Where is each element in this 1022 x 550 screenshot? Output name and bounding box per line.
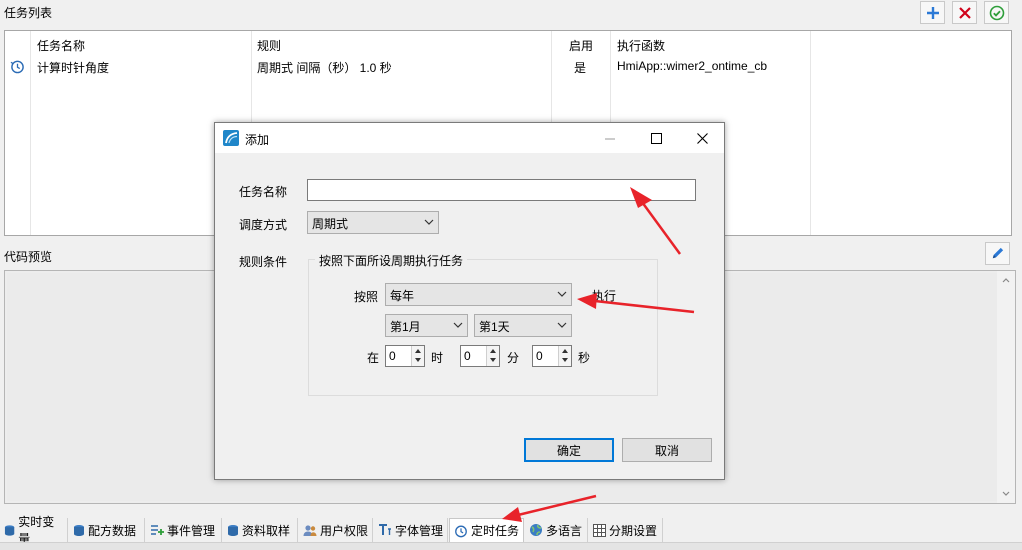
execute-label: 执行: [592, 289, 617, 303]
add-task-button[interactable]: [920, 1, 945, 24]
month-select-value: 第1月: [390, 320, 421, 334]
table-row[interactable]: 计算时针角度 周期式 间隔（秒） 1.0 秒 是 HmiApp::wimer2_…: [5, 55, 1011, 77]
hour-spin-buttons[interactable]: [411, 346, 424, 366]
hour-stepper[interactable]: 0: [385, 345, 425, 367]
schedule-label: 调度方式: [239, 218, 288, 232]
rule-group-title: 按照下面所设周期执行任务: [315, 252, 468, 269]
chevron-down-icon: [557, 291, 567, 297]
database-icon: [228, 524, 238, 536]
app-logo-icon: [223, 130, 239, 146]
table-icon: [593, 523, 606, 537]
users-icon: [303, 524, 317, 536]
tab-label: 多语言: [546, 523, 583, 538]
tab-label: 资料取样: [242, 523, 291, 538]
scroll-down-icon: [1002, 491, 1010, 496]
task-name-label: 任务名称: [239, 185, 288, 199]
tab-event-management[interactable]: 事件管理: [146, 518, 222, 542]
add-task-dialog[interactable]: 添加 任务名称 调度方式 周期式 规则条件 按照下面所设周期执行任务 按照 每年…: [214, 122, 725, 480]
scroll-up-icon: [1002, 278, 1010, 283]
chevron-down-icon: [424, 219, 434, 225]
tab-multi-language[interactable]: 多语言: [525, 518, 588, 542]
minimize-button[interactable]: [587, 123, 633, 153]
plus-icon: [926, 6, 939, 19]
tab-label: 配方数据: [88, 523, 137, 538]
ok-button[interactable]: 确定: [524, 438, 614, 462]
tab-timed-tasks[interactable]: 定时任务: [449, 518, 524, 542]
by-label: 按照: [354, 290, 379, 304]
period-select-value: 每年: [390, 289, 415, 303]
chevron-down-icon: [557, 322, 567, 328]
tab-label: 字体管理: [395, 523, 444, 538]
schedule-select-value: 周期式: [312, 217, 349, 231]
tab-font-management[interactable]: 字体管理: [374, 518, 448, 542]
column-header-enabled[interactable]: 启用: [569, 37, 593, 54]
second-label: 秒: [578, 351, 591, 365]
globe-icon: [530, 524, 542, 536]
minute-value: 0: [464, 349, 471, 363]
tab-user-permissions[interactable]: 用户权限: [299, 518, 373, 542]
tab-label: 用户权限: [320, 523, 369, 538]
close-button[interactable]: [679, 123, 725, 153]
minute-label: 分: [507, 351, 520, 365]
tab-recipe-data[interactable]: 配方数据: [69, 518, 145, 542]
tab-realtime-vars[interactable]: 实时变量: [0, 515, 68, 546]
month-select[interactable]: 第1月: [385, 314, 468, 337]
hour-label: 时: [431, 351, 444, 365]
day-select-value: 第1天: [479, 320, 510, 334]
font-icon: [379, 524, 391, 535]
task-name-input[interactable]: [307, 179, 696, 201]
second-spin-buttons[interactable]: [558, 346, 571, 366]
status-strip: [0, 542, 1022, 550]
day-select[interactable]: 第1天: [474, 314, 572, 337]
tab-label: 定时任务: [471, 524, 520, 538]
list-add-icon: [151, 525, 164, 535]
code-scrollbar[interactable]: [997, 271, 1015, 503]
task-enabled-cell: 是: [574, 61, 587, 75]
minute-stepper[interactable]: 0: [460, 345, 500, 367]
bottom-tab-bar: 实时变量 配方数据 事件管理 资料取样 用户权限 字体管理 定时任务 多语言 分…: [0, 515, 1022, 546]
task-rule-cell: 周期式 间隔（秒） 1.0 秒: [257, 61, 392, 75]
chevron-down-icon: [453, 322, 463, 328]
database-icon: [74, 524, 84, 536]
dialog-titlebar[interactable]: 添加: [215, 123, 724, 153]
minimize-icon: [604, 138, 615, 139]
clock-icon: [455, 525, 467, 537]
at-label: 在: [367, 351, 380, 365]
column-header-rule[interactable]: 规则: [257, 37, 281, 54]
hour-value: 0: [389, 349, 396, 363]
close-icon: [958, 6, 971, 19]
column-header-name[interactable]: 任务名称: [37, 37, 85, 54]
task-function-cell: HmiApp::wimer2_ontime_cb: [617, 59, 768, 73]
task-list-title: 任务列表: [4, 6, 53, 20]
delete-task-button[interactable]: [952, 1, 977, 24]
second-value: 0: [536, 349, 543, 363]
schedule-select[interactable]: 周期式: [307, 211, 439, 234]
tab-installment-settings[interactable]: 分期设置: [589, 518, 663, 542]
task-name-cell: 计算时针角度: [37, 61, 110, 75]
maximize-icon: [650, 132, 662, 144]
dialog-title: 添加: [245, 133, 270, 147]
second-stepper[interactable]: 0: [532, 345, 572, 367]
tab-label: 分期设置: [609, 523, 658, 538]
clock-icon: [10, 60, 24, 74]
tab-data-sampling[interactable]: 资料取样: [223, 518, 298, 542]
rule-conditions-label: 规则条件: [239, 255, 288, 269]
confirm-task-button[interactable]: [984, 1, 1009, 24]
close-icon: [696, 132, 708, 144]
pencil-icon: [992, 247, 1004, 259]
maximize-button[interactable]: [633, 123, 679, 153]
cancel-button[interactable]: 取消: [622, 438, 712, 462]
tab-label: 事件管理: [167, 523, 216, 538]
code-preview-title: 代码预览: [4, 250, 53, 264]
column-header-function[interactable]: 执行函数: [617, 37, 665, 54]
check-circle-icon: [989, 5, 1004, 20]
database-icon: [4, 524, 15, 536]
minute-spin-buttons[interactable]: [486, 346, 499, 366]
period-select[interactable]: 每年: [385, 283, 572, 306]
edit-code-button[interactable]: [985, 242, 1010, 265]
